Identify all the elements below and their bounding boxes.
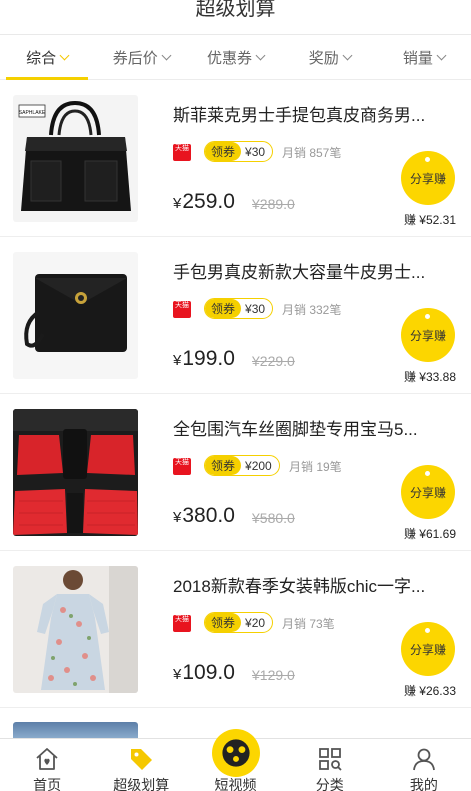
coupon-button[interactable]: 领券 ¥20 <box>204 612 274 633</box>
original-price: ¥229.0 <box>252 353 295 369</box>
chevron-down-icon <box>255 50 266 60</box>
user-icon <box>413 748 435 771</box>
video-face-icon <box>211 729 260 777</box>
product-title: 手包男真皮新款大容量牛皮男士... <box>173 263 426 282</box>
filter-sales[interactable]: 销量 <box>377 35 471 79</box>
price-value: 109.0 <box>182 661 235 684</box>
filter-comprehensive[interactable]: 综合 <box>0 35 94 80</box>
coupon-button[interactable]: 领券 ¥30 <box>204 141 274 162</box>
coupon-label: 领券 <box>205 613 242 632</box>
share-label: 分享赚 <box>409 171 446 186</box>
tab-home[interactable]: 首页 <box>0 739 94 791</box>
product-item[interactable]: 全包围汽车丝圈脚垫专用宝马5... 天猫 领券 ¥200 月销 19笔 ¥380… <box>0 394 471 551</box>
monthly-sales: 月销 332笔 <box>282 303 342 317</box>
share-label: 分享赚 <box>409 485 446 500</box>
bottom-tab-bar: 首页 超级划算 短视频 分类 我的 <box>0 729 471 791</box>
chevron-down-icon <box>436 50 447 60</box>
currency-symbol: ¥ <box>173 509 182 526</box>
tmall-badge: 天猫 <box>173 458 191 475</box>
share-earn-button[interactable]: 分享赚 <box>401 308 455 362</box>
product-item[interactable]: 2018新款春季女装韩版chic一字... 天猫 领券 ¥20 月销 73笔 ¥… <box>0 551 471 708</box>
filter-label: 优惠券 <box>207 49 253 67</box>
final-price: ¥109.0 <box>173 661 235 685</box>
tab-short-video[interactable]: 短视频 <box>188 729 282 791</box>
tab-label: 分类 <box>315 777 344 791</box>
currency-symbol: ¥ <box>173 195 182 212</box>
tmall-badge: 天猫 <box>173 301 191 318</box>
coupon-label: 领券 <box>205 299 242 318</box>
product-title: 斯菲莱克男士手提包真皮商务男... <box>173 106 426 125</box>
original-price: ¥289.0 <box>252 196 295 212</box>
filter-label: 综合 <box>26 49 57 67</box>
commission-amount: 赚 ¥33.88 <box>403 370 456 384</box>
filter-coupon[interactable]: 优惠券 <box>188 35 282 79</box>
category-icon <box>318 748 342 771</box>
tab-label: 短视频 <box>214 777 257 791</box>
product-title: 全包围汽车丝圈脚垫专用宝马5... <box>173 420 418 439</box>
coupon-value: ¥30 <box>245 144 266 159</box>
commission-amount: 赚 ¥52.31 <box>403 213 456 227</box>
tmall-badge: 天猫 <box>173 615 191 632</box>
filter-bar: 综合 券后价 优惠券 奖励 销量 <box>0 34 471 80</box>
coupon-label: 领券 <box>205 142 242 161</box>
final-price: ¥380.0 <box>173 504 235 528</box>
tab-label: 超级划算 <box>113 777 170 791</box>
tab-super-deals[interactable]: 超级划算 <box>94 739 188 791</box>
chevron-down-icon <box>59 50 70 60</box>
filter-label: 券后价 <box>112 49 158 67</box>
commission-amount: 赚 ¥61.69 <box>403 527 456 541</box>
coupon-button[interactable]: 领券 ¥30 <box>204 298 274 319</box>
tab-label: 首页 <box>33 777 62 791</box>
commission-amount: 赚 ¥26.33 <box>403 684 456 698</box>
filter-final-price[interactable]: 券后价 <box>94 35 188 79</box>
coupon-button[interactable]: 领券 ¥200 <box>204 455 280 476</box>
original-price: ¥580.0 <box>252 510 295 526</box>
share-earn-button[interactable]: 分享赚 <box>401 151 455 205</box>
product-image-dress <box>13 566 138 693</box>
svg-text:SAPHLAKE: SAPHLAKE <box>19 110 46 116</box>
page-title: 超级划算 <box>195 0 276 20</box>
product-title: 2018新款春季女装韩版chic一字... <box>173 577 426 596</box>
coupon-value: ¥200 <box>245 458 272 473</box>
filter-label: 奖励 <box>308 49 339 67</box>
tab-category[interactable]: 分类 <box>283 739 377 791</box>
coupon-value: ¥30 <box>245 301 266 316</box>
page-header: 超级划算 <box>0 0 471 30</box>
coupon-value: ¥20 <box>245 615 266 630</box>
product-item[interactable]: 手包男真皮新款大容量牛皮男士... 天猫 领券 ¥30 月销 332笔 ¥199… <box>0 237 471 394</box>
price-value: 259.0 <box>182 190 235 213</box>
product-image-clutch <box>13 252 138 379</box>
product-item[interactable]: SAPHLAKE 斯菲莱克男士手提包真皮商务男... 天猫 领券 ¥30 月销 … <box>0 80 471 237</box>
tab-label: 我的 <box>409 777 438 791</box>
monthly-sales: 月销 19笔 <box>289 460 342 474</box>
share-earn-button[interactable]: 分享赚 <box>401 465 455 519</box>
filter-label: 销量 <box>402 49 433 67</box>
tmall-badge: 天猫 <box>173 144 191 161</box>
currency-symbol: ¥ <box>173 352 182 369</box>
filter-reward[interactable]: 奖励 <box>283 35 377 79</box>
monthly-sales: 月销 73笔 <box>282 617 335 631</box>
chevron-down-icon <box>161 50 172 60</box>
product-image-handbag: SAPHLAKE <box>13 95 138 222</box>
price-value: 199.0 <box>182 347 235 370</box>
currency-symbol: ¥ <box>173 666 182 683</box>
final-price: ¥259.0 <box>173 190 235 214</box>
original-price: ¥129.0 <box>252 667 295 683</box>
share-earn-button[interactable]: 分享赚 <box>401 622 455 676</box>
price-value: 380.0 <box>182 504 235 527</box>
share-label: 分享赚 <box>409 328 446 343</box>
final-price: ¥199.0 <box>173 347 235 371</box>
chevron-down-icon <box>342 50 353 60</box>
tag-icon <box>131 749 153 770</box>
tab-mine[interactable]: 我的 <box>377 739 471 791</box>
monthly-sales: 月销 857笔 <box>282 146 342 160</box>
share-label: 分享赚 <box>409 642 446 657</box>
coupon-label: 领券 <box>205 456 242 475</box>
product-list: SAPHLAKE 斯菲莱克男士手提包真皮商务男... 天猫 领券 ¥30 月销 … <box>0 80 471 708</box>
home-icon <box>36 748 58 770</box>
product-image-car-mats <box>13 409 138 536</box>
